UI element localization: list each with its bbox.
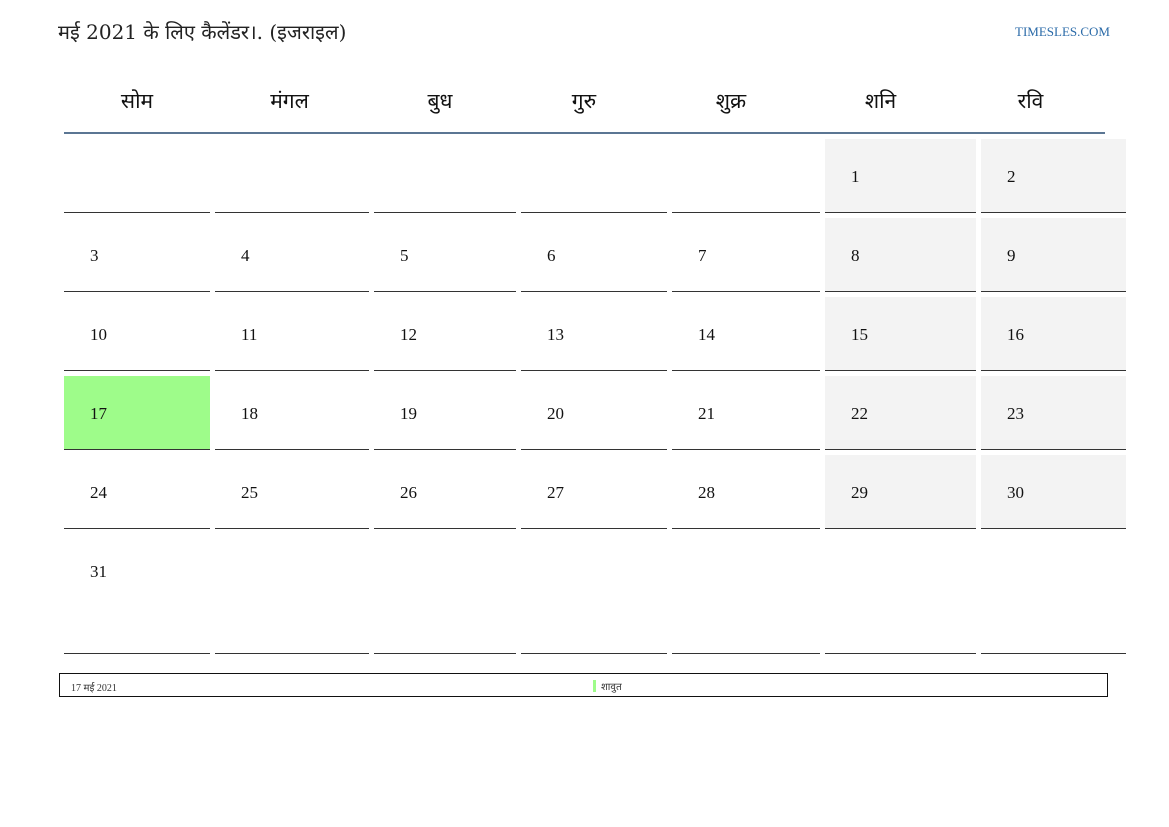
day-number: 30 bbox=[1007, 483, 1024, 502]
day-number: 15 bbox=[851, 325, 868, 344]
day-number: 31 bbox=[90, 562, 107, 581]
weekday-thu: गुरु bbox=[571, 89, 597, 113]
day-cell-thu bbox=[521, 139, 667, 213]
day-number: 8 bbox=[851, 246, 860, 265]
day-number: 2 bbox=[1007, 167, 1016, 186]
day-number: 19 bbox=[400, 404, 417, 423]
day-cell-wed[interactable]: 19 bbox=[374, 376, 516, 450]
day-cell-tue[interactable]: 4 bbox=[215, 218, 369, 292]
day-cell-tue[interactable]: 11 bbox=[215, 297, 369, 371]
day-cell-sun bbox=[981, 534, 1126, 654]
day-cell-fri[interactable]: 14 bbox=[672, 297, 820, 371]
weekday-sun: रवि bbox=[1017, 89, 1044, 113]
week-row: 31 bbox=[64, 534, 1126, 654]
legend-date: 17 मई 2021 bbox=[71, 683, 117, 694]
day-number: 1 bbox=[851, 167, 860, 186]
day-number: 24 bbox=[90, 483, 107, 502]
day-cell-sat bbox=[825, 534, 976, 654]
week-row: 12 bbox=[64, 139, 1126, 213]
day-cell-mon bbox=[64, 139, 210, 213]
day-number: 29 bbox=[851, 483, 868, 502]
calendar-grid: सोम मंगल बुध गुरु शुक्र शनि रवि 12345678… bbox=[64, 70, 1126, 654]
day-cell-wed[interactable]: 5 bbox=[374, 218, 516, 292]
day-cell-sat[interactable]: 1 bbox=[825, 139, 976, 213]
day-number: 18 bbox=[241, 404, 258, 423]
day-cell-fri[interactable]: 21 bbox=[672, 376, 820, 450]
day-cell-sun[interactable]: 23 bbox=[981, 376, 1126, 450]
day-number: 22 bbox=[851, 404, 868, 423]
day-cell-thu[interactable]: 13 bbox=[521, 297, 667, 371]
day-cell-wed[interactable]: 12 bbox=[374, 297, 516, 371]
day-number: 4 bbox=[241, 246, 250, 265]
weeks-container: 1 2 3 4 5 6 7 8 9 10 11 12 13 14 15 16 17 18 19 20 21 22 23 24 2… bbox=[64, 139, 1126, 654]
day-cell-sat[interactable]: 22 bbox=[825, 376, 976, 450]
weekday-tue: मंगल bbox=[270, 89, 309, 113]
day-number: 21 bbox=[698, 404, 715, 423]
day-number: 7 bbox=[698, 246, 707, 265]
week-row: 3 4 5 6 7 8 9 bbox=[64, 218, 1126, 292]
day-cell-tue bbox=[215, 139, 369, 213]
day-number: 12 bbox=[400, 325, 417, 344]
weekday-header-row: सोम मंगल बुध गुरु शुक्र शनि रवि bbox=[64, 70, 1105, 134]
legend-box: 17 मई 2021 शावुत bbox=[59, 673, 1108, 697]
day-number: 11 bbox=[241, 325, 258, 344]
day-number: 28 bbox=[698, 483, 715, 502]
week-row: 17 18 19 20 21 22 23 bbox=[64, 376, 1126, 450]
weekday-sat: शनि bbox=[864, 89, 897, 113]
holiday-swatch bbox=[593, 680, 596, 692]
day-cell-thu[interactable]: 27 bbox=[521, 455, 667, 529]
day-number: 3 bbox=[90, 246, 99, 265]
day-cell-sun[interactable]: 9 bbox=[981, 218, 1126, 292]
day-number: 9 bbox=[1007, 246, 1016, 265]
day-cell-mon[interactable]: 24 bbox=[64, 455, 210, 529]
day-number: 23 bbox=[1007, 404, 1024, 423]
day-number: 25 bbox=[241, 483, 258, 502]
day-number: 17 bbox=[90, 404, 107, 423]
day-cell-tue[interactable]: 18 bbox=[215, 376, 369, 450]
week-row: 10 11 12 13 14 15 16 bbox=[64, 297, 1126, 371]
day-cell-sun[interactable]: 16 bbox=[981, 297, 1126, 371]
day-cell-fri[interactable]: 28 bbox=[672, 455, 820, 529]
legend-holiday: शावुत bbox=[593, 679, 622, 693]
day-cell-fri bbox=[672, 534, 820, 654]
day-cell-sat[interactable]: 29 bbox=[825, 455, 976, 529]
day-number: 16 bbox=[1007, 325, 1024, 344]
day-cell-wed[interactable]: 26 bbox=[374, 455, 516, 529]
day-cell-sun[interactable]: 30 bbox=[981, 455, 1126, 529]
day-cell-thu[interactable]: 20 bbox=[521, 376, 667, 450]
day-cell-sat[interactable]: 15 bbox=[825, 297, 976, 371]
week-row: 24 25 26 27 28 29 30 bbox=[64, 455, 1126, 529]
day-cell-thu bbox=[521, 534, 667, 654]
day-cell-tue[interactable]: 25 bbox=[215, 455, 369, 529]
day-cell-fri bbox=[672, 139, 820, 213]
day-cell-fri[interactable]: 7 bbox=[672, 218, 820, 292]
weekday-mon: सोम bbox=[120, 89, 154, 113]
day-cell-sat[interactable]: 8 bbox=[825, 218, 976, 292]
page-title: मई 2021 के लिए कैलेंडर।. (इजराइल) bbox=[58, 20, 347, 44]
weekday-fri: शुक्र bbox=[715, 89, 747, 113]
day-number: 5 bbox=[400, 246, 409, 265]
day-cell-mon[interactable]: 3 bbox=[64, 218, 210, 292]
legend-holiday-label: शावुत bbox=[601, 682, 622, 693]
day-number: 13 bbox=[547, 325, 564, 344]
day-number: 10 bbox=[90, 325, 107, 344]
day-cell-wed bbox=[374, 534, 516, 654]
day-cell-mon[interactable]: 10 bbox=[64, 297, 210, 371]
weekday-wed: बुध bbox=[427, 89, 453, 113]
day-number: 26 bbox=[400, 483, 417, 502]
day-cell-wed bbox=[374, 139, 516, 213]
day-number: 6 bbox=[547, 246, 556, 265]
site-link[interactable]: TIMESLES.COM bbox=[1015, 24, 1110, 40]
day-cell-tue bbox=[215, 534, 369, 654]
day-number: 14 bbox=[698, 325, 715, 344]
day-number: 20 bbox=[547, 404, 564, 423]
day-cell-sun[interactable]: 2 bbox=[981, 139, 1126, 213]
day-cell-mon[interactable]: 17 bbox=[64, 376, 210, 450]
day-cell-mon[interactable]: 31 bbox=[64, 534, 210, 654]
day-number: 27 bbox=[547, 483, 564, 502]
day-cell-thu[interactable]: 6 bbox=[521, 218, 667, 292]
